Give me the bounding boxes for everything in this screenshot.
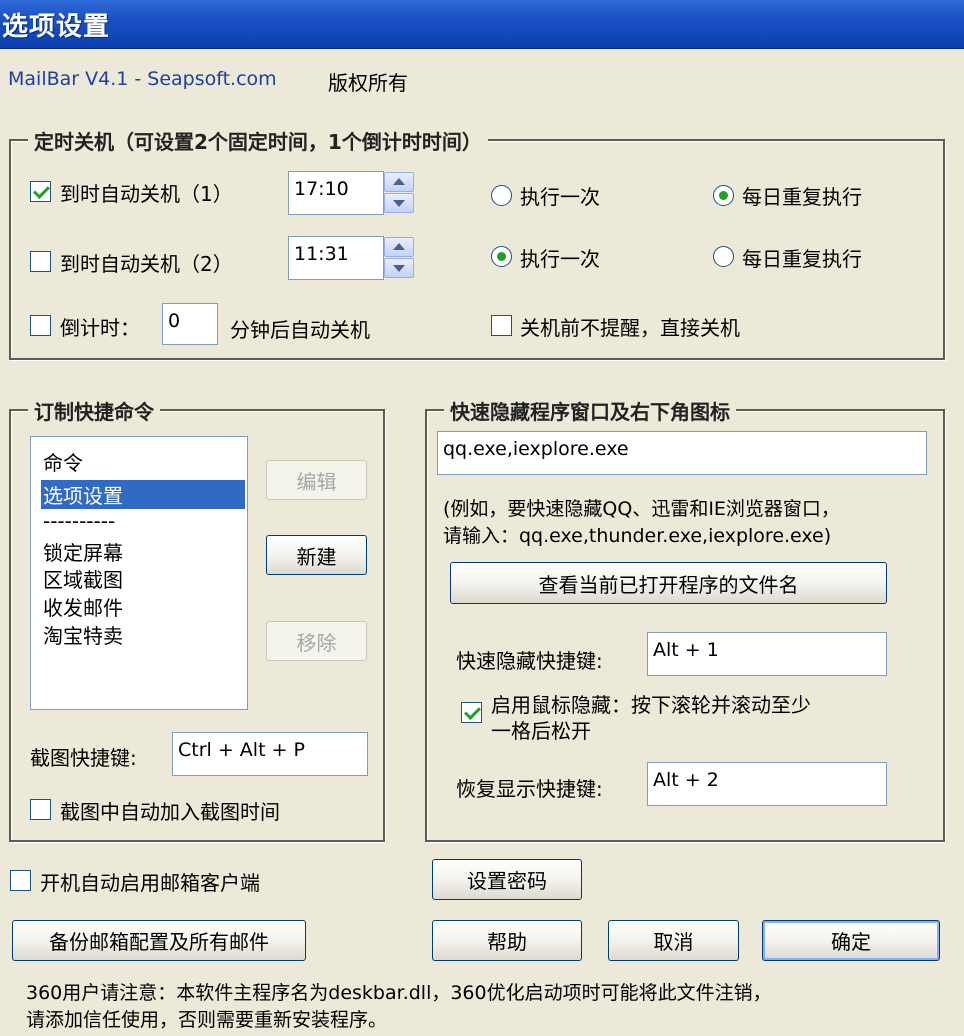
remove-command-button[interactable]: 移除: [266, 621, 367, 661]
timer1-once-radio[interactable]: [491, 185, 512, 206]
list-item[interactable]: 收发邮件: [43, 592, 123, 621]
hide-hotkey-input[interactable]: Alt + 1: [647, 632, 887, 676]
hide-programs-input[interactable]: qq.exe,iexplore.exe: [437, 431, 927, 475]
timer2-once-radio[interactable]: [491, 246, 512, 267]
countdown-suffix: 分钟后自动关机: [230, 318, 370, 342]
spin-down-button[interactable]: [384, 258, 414, 278]
timer1-label: 到时自动关机（1）: [60, 182, 233, 206]
timer2-daily-radio[interactable]: [713, 246, 734, 267]
commands-listbox[interactable]: 命令 选项设置 ---------- 锁定屏幕 区域截图 收发邮件 淘宝特卖: [30, 436, 248, 710]
restore-hotkey-label: 恢复显示快捷键:: [456, 777, 603, 801]
hide-group-legend: 快速隐藏程序窗口及右下角图标: [444, 396, 736, 425]
timer1-daily-label: 每日重复执行: [742, 185, 862, 209]
hide-hint-line2: 请输入：qq.exe,thunder.exe,iexplore.exe): [443, 525, 832, 547]
timer2-daily-label: 每日重复执行: [742, 247, 862, 271]
backup-button[interactable]: 备份邮箱配置及所有邮件: [12, 920, 306, 961]
screenshot-hotkey-input[interactable]: Ctrl + Alt + P: [172, 732, 368, 776]
countdown-checkbox[interactable]: [30, 315, 51, 336]
timer2-time-input[interactable]: 11:31: [288, 236, 384, 280]
list-item[interactable]: 锁定屏幕: [43, 537, 123, 566]
copyright-label: 版权所有: [328, 71, 408, 95]
title-bar[interactable]: 选项设置: [0, 0, 964, 49]
arrow-down-icon: [393, 265, 405, 272]
mouse-hide-label-line1: 启用鼠标隐藏：按下滚轮并滚动至少: [491, 693, 811, 717]
commands-group-legend: 订制快捷命令: [28, 396, 160, 425]
countdown-minutes-input[interactable]: 0: [162, 303, 218, 345]
set-password-button[interactable]: 设置密码: [432, 859, 582, 900]
timer1-once-label: 执行一次: [520, 185, 600, 209]
list-item-separator[interactable]: ----------: [43, 509, 115, 533]
screenshot-hotkey-label: 截图快捷键:: [30, 746, 137, 770]
notice-line2: 请添加信任使用，否则需要重新安装程序。: [26, 1009, 388, 1031]
spin-up-button[interactable]: [384, 172, 414, 192]
mouse-hide-label-line2: 一格后松开: [491, 719, 591, 743]
shutdown-group-legend: 定时关机（可设置2个固定时间，1个倒计时时间）: [28, 126, 488, 155]
window-title: 选项设置: [2, 12, 111, 42]
restore-hotkey-input[interactable]: Alt + 2: [647, 762, 887, 806]
list-item[interactable]: 命令: [43, 447, 83, 476]
no-prompt-label: 关机前不提醒，直接关机: [520, 316, 740, 340]
add-time-label: 截图中自动加入截图时间: [60, 800, 280, 824]
help-button[interactable]: 帮助: [432, 920, 582, 961]
add-time-checkbox[interactable]: [30, 799, 51, 820]
timer1-daily-radio[interactable]: [713, 185, 734, 206]
timer2-checkbox[interactable]: [30, 251, 51, 272]
timer1-spinner[interactable]: [384, 172, 414, 214]
countdown-label: 倒计时：: [60, 316, 140, 340]
timer1-checkbox[interactable]: [30, 181, 51, 202]
arrow-up-icon: [393, 243, 405, 250]
view-open-programs-button[interactable]: 查看当前已打开程序的文件名: [450, 562, 887, 604]
spin-down-button[interactable]: [384, 193, 414, 213]
ok-button[interactable]: 确定: [762, 920, 940, 961]
notice-line1: 360用户请注意：本软件主程序名为deskbar.dll，360优化启动项时可能…: [26, 982, 772, 1004]
cancel-button[interactable]: 取消: [608, 920, 739, 961]
no-prompt-checkbox[interactable]: [491, 315, 512, 336]
app-link[interactable]: MailBar V4.1 - Seapsoft.com: [8, 68, 277, 90]
timer2-spinner[interactable]: [384, 237, 414, 279]
timer2-once-label: 执行一次: [520, 247, 600, 271]
autostart-checkbox[interactable]: [10, 870, 31, 891]
new-command-button[interactable]: 新建: [266, 535, 367, 575]
mouse-hide-checkbox[interactable]: [461, 702, 482, 723]
list-item[interactable]: 区域截图: [43, 564, 123, 593]
hide-hotkey-label: 快速隐藏快捷键:: [456, 649, 603, 673]
timer2-label: 到时自动关机（2）: [60, 252, 233, 276]
spin-up-button[interactable]: [384, 237, 414, 257]
autostart-label: 开机自动启用邮箱客户端: [40, 871, 260, 895]
arrow-down-icon: [393, 200, 405, 207]
arrow-up-icon: [393, 178, 405, 185]
edit-command-button[interactable]: 编辑: [266, 460, 367, 500]
list-item[interactable]: 淘宝特卖: [43, 620, 123, 649]
list-item-selected[interactable]: 选项设置: [41, 480, 245, 509]
hide-hint-line1: (例如，要快速隐藏QQ、迅雷和IE浏览器窗口，: [443, 498, 840, 520]
timer1-time-input[interactable]: 17:10: [288, 171, 384, 215]
